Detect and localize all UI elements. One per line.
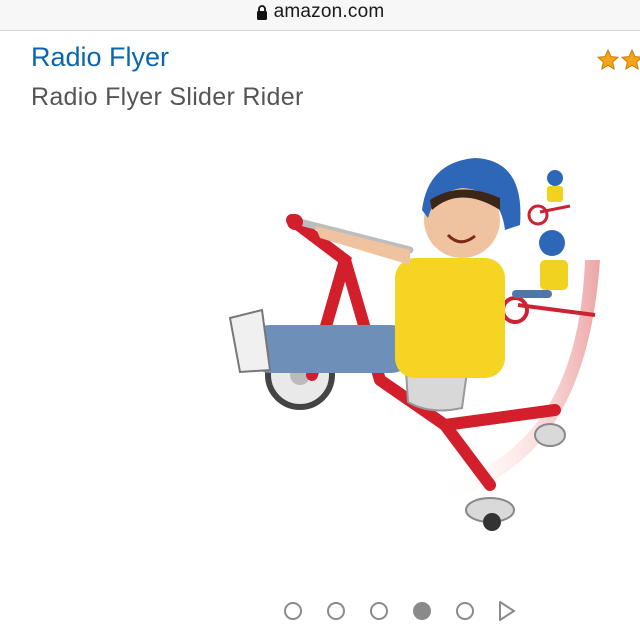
brand-link[interactable]: Radio Flyer xyxy=(31,42,169,73)
carousel-dot[interactable] xyxy=(370,602,388,620)
browser-url-bar[interactable]: amazon.com xyxy=(0,0,640,31)
image-carousel-indicator xyxy=(284,598,517,624)
url-display[interactable]: amazon.com xyxy=(256,1,385,23)
play-next-icon[interactable] xyxy=(497,600,517,622)
child-rider xyxy=(228,158,521,378)
product-image[interactable] xyxy=(200,140,620,550)
carousel-dot[interactable] xyxy=(327,602,345,620)
star-icon xyxy=(596,48,620,71)
star-icon xyxy=(620,48,640,71)
carousel-dot-active[interactable] xyxy=(413,602,431,620)
rating-stars[interactable] xyxy=(596,48,640,74)
product-title: Radio Flyer Slider Rider xyxy=(31,83,304,111)
small-rider-image xyxy=(527,170,571,226)
carousel-dot[interactable] xyxy=(284,602,302,620)
url-text: amazon.com xyxy=(273,1,385,22)
carousel-dot[interactable] xyxy=(456,602,474,620)
lock-icon xyxy=(256,4,267,20)
